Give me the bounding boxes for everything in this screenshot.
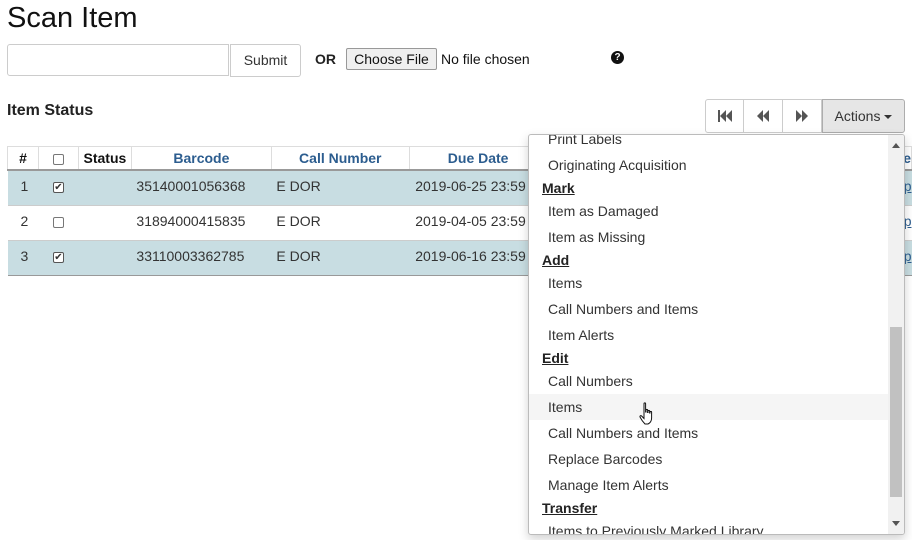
row-call-number: E DOR [271, 205, 410, 241]
menu-item-add-items[interactable]: Items [529, 270, 889, 296]
select-all-checkbox[interactable] [52, 153, 64, 165]
menu-item-replace-barcodes[interactable]: Replace Barcodes [529, 446, 889, 472]
previous-page-button[interactable] [744, 99, 783, 133]
menu-item-print-labels[interactable]: Print Labels [529, 135, 889, 152]
submit-button[interactable]: Submit [230, 44, 301, 77]
page-title: Scan Item [7, 2, 138, 34]
row-due-date: 2019-06-16 23:59 [409, 240, 548, 276]
item-status-heading: Item Status [7, 102, 94, 119]
hand-pointer-cursor-icon [639, 402, 653, 425]
column-header-barcode[interactable]: Barcode [130, 146, 272, 171]
row-barcode: 35140001056368 [131, 170, 272, 206]
menu-item-item-as-missing[interactable]: Item as Missing [529, 224, 889, 250]
actions-dropdown-menu[interactable]: Print Labels Originating Acquisition Mar… [528, 134, 905, 535]
row-call-number: E DOR [271, 240, 410, 276]
row-call-number: E DOR [271, 170, 410, 206]
row-status [78, 240, 132, 276]
menu-item-edit-call-numbers[interactable]: Call Numbers [529, 368, 889, 394]
row-checkbox[interactable]: ✔ [52, 181, 64, 193]
row-number: 1 [7, 170, 39, 206]
menu-header-edit: Edit [542, 350, 569, 366]
row-due-date: 2019-04-05 23:59 [409, 205, 548, 241]
menu-header-mark: Mark [542, 180, 575, 196]
actions-button[interactable]: Actions [822, 99, 905, 133]
row-number: 3 [7, 240, 39, 276]
row-barcode: 33110003362785 [131, 240, 272, 276]
row-due-date: 2019-06-25 23:59 [409, 170, 548, 206]
menu-header-add: Add [542, 252, 570, 268]
menu-item-add-call-numbers-and-items[interactable]: Call Numbers and Items [529, 296, 889, 322]
column-header-call-number[interactable]: Call Number [270, 146, 410, 171]
menu-header-transfer: Transfer [542, 500, 598, 516]
menu-item-add-item-alerts[interactable]: Item Alerts [529, 322, 889, 348]
choose-file-button[interactable]: Choose File [346, 48, 437, 70]
row-barcode: 31894000415835 [131, 205, 272, 241]
first-page-button[interactable] [705, 99, 744, 133]
menu-item-edit-items[interactable]: Items [529, 394, 889, 420]
no-file-chosen-label: No file chosen [441, 51, 530, 67]
row-number: 2 [7, 205, 39, 241]
column-header-status[interactable]: Status [77, 146, 132, 171]
or-label: OR [315, 51, 336, 67]
next-page-button[interactable] [783, 99, 822, 133]
menu-item-edit-call-numbers-and-items[interactable]: Call Numbers and Items [529, 420, 889, 446]
menu-item-transfer-items-to-library[interactable]: Items to Previously Marked Library [529, 518, 889, 534]
actions-menu-list: Print Labels Originating Acquisition Mar… [529, 135, 889, 534]
scrollbar-thumb[interactable] [890, 327, 902, 497]
column-header-number: # [7, 146, 39, 171]
row-checkbox[interactable]: ✔ [52, 251, 64, 263]
next-page-icon [796, 110, 808, 122]
question-circle-icon[interactable]: ? [611, 51, 624, 64]
menu-item-manage-item-alerts[interactable]: Manage Item Alerts [529, 472, 889, 498]
scroll-down-arrow-icon[interactable] [892, 521, 900, 526]
menu-item-originating-acquisition[interactable]: Originating Acquisition [529, 152, 889, 178]
caret-down-icon [884, 115, 893, 120]
first-page-icon [717, 110, 732, 122]
menu-item-item-as-damaged[interactable]: Item as Damaged [529, 198, 889, 224]
actions-label: Actions [834, 108, 881, 124]
menu-scrollbar[interactable] [888, 135, 904, 534]
barcode-input[interactable] [7, 44, 229, 76]
column-header-due-date[interactable]: Due Date [408, 146, 548, 171]
row-status [78, 170, 132, 206]
previous-page-icon [757, 110, 769, 122]
row-status [78, 205, 132, 241]
row-checkbox[interactable] [52, 216, 64, 228]
column-header-select[interactable] [37, 146, 79, 171]
scroll-up-arrow-icon[interactable] [892, 143, 900, 148]
